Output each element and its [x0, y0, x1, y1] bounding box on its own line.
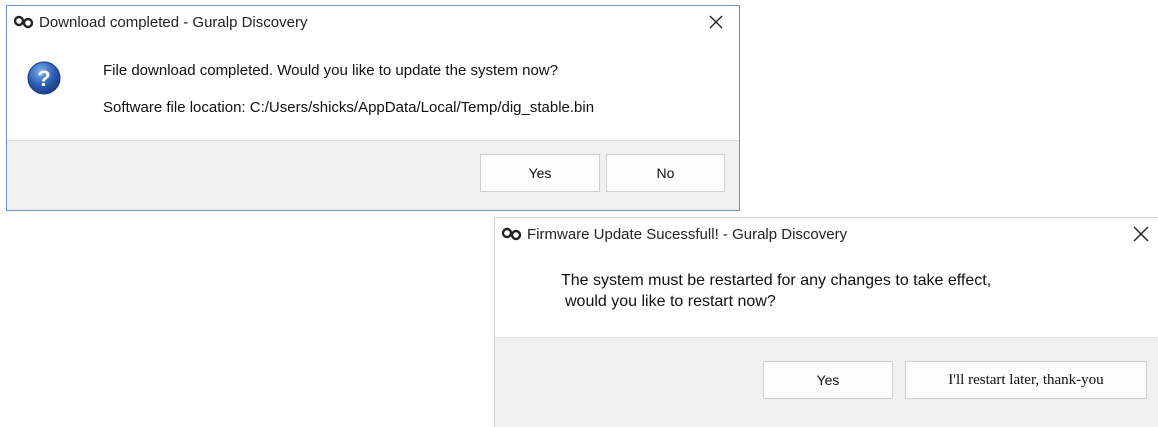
svg-text:?: ? [37, 66, 50, 91]
yes-button[interactable]: Yes [763, 361, 893, 399]
close-button[interactable] [693, 6, 739, 38]
title-bar[interactable]: Download completed - Guralp Discovery [7, 6, 739, 38]
firmware-update-dialog: Firmware Update Sucessfull! - Guralp Dis… [494, 217, 1158, 427]
window-title: Firmware Update Sucessfull! - Guralp Dis… [527, 225, 848, 243]
close-button[interactable] [1118, 218, 1158, 250]
title-bar[interactable]: Firmware Update Sucessfull! - Guralp Dis… [495, 218, 1158, 250]
message-text: The system must be restarted for any cha… [561, 272, 992, 289]
no-button[interactable]: No [606, 154, 725, 192]
message-text-line2: would you like to restart now? [565, 293, 776, 310]
button-bar: Yes I'll restart later, thank-you [495, 337, 1158, 427]
restart-later-button[interactable]: I'll restart later, thank-you [905, 361, 1147, 399]
question-icon: ? [27, 61, 61, 95]
dialog-content: The system must be restarted for any cha… [495, 250, 1158, 336]
close-icon [709, 15, 723, 29]
dialog-content: ? File download completed. Would you lik… [7, 38, 739, 140]
message-text: File download completed. Would you like … [103, 62, 558, 79]
file-location-text: Software file location: C:/Users/shicks/… [103, 99, 595, 116]
window-title: Download completed - Guralp Discovery [39, 13, 308, 31]
app-icon [13, 15, 35, 29]
yes-button[interactable]: Yes [480, 154, 600, 192]
download-completed-dialog: Download completed - Guralp Discovery ? [6, 5, 740, 211]
close-icon [1133, 226, 1149, 242]
app-icon [501, 227, 523, 241]
button-bar: Yes No [7, 140, 739, 210]
